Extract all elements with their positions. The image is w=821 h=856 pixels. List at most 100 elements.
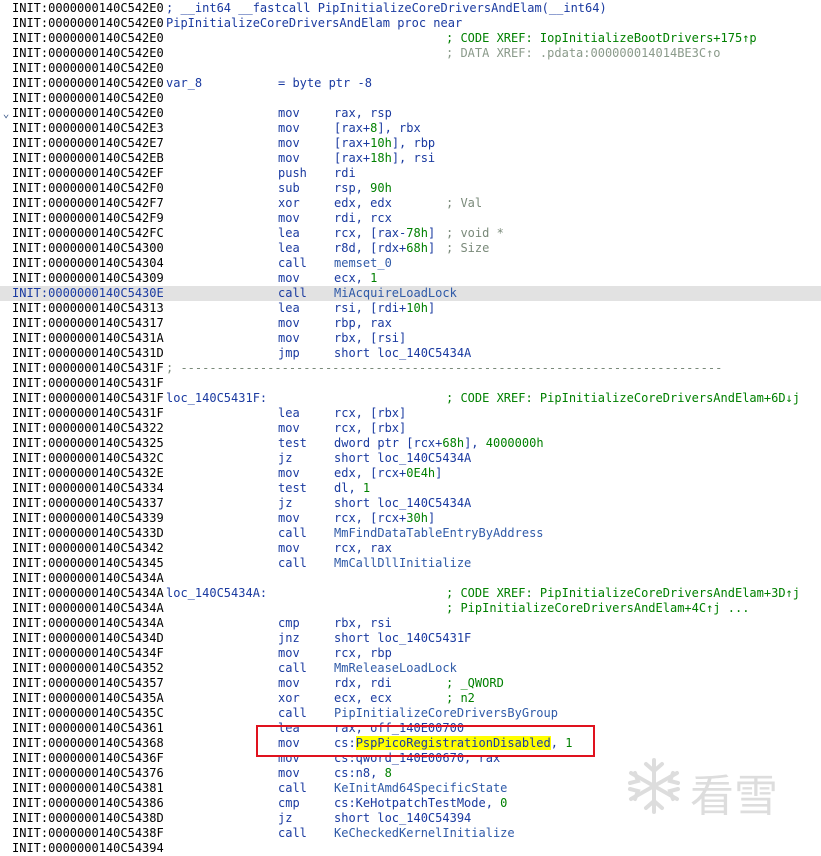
disasm-line[interactable]: INIT:0000000140C5431F: [0, 376, 821, 391]
disasm-line[interactable]: INIT:0000000140C5434A loc_140C5434A: ; COD…: [0, 586, 821, 601]
disasm-line[interactable]: INIT:0000000140C542F7 xor edx, edx ; Val: [0, 196, 821, 211]
disasm-line[interactable]: INIT:0000000140C54325 test dword ptr [rcx+…: [0, 436, 821, 451]
operands[interactable]: rsi, [rdi+10h]: [334, 301, 435, 316]
disasm-line[interactable]: INIT:0000000140C5434A cmp rbx, rsi: [0, 616, 821, 631]
disasm-line[interactable]: INIT:0000000140C5432E mov edx, [rcx+0E4h]: [0, 466, 821, 481]
disasm-line[interactable]: INIT:0000000140C54357 mov rdx, rdi ; _QWORD: [0, 676, 821, 691]
mnemonic[interactable]: mov: [278, 136, 300, 151]
operands[interactable]: short loc_140C54394: [334, 811, 471, 826]
disasm-line[interactable]: INIT:0000000140C5436F mov cs:qword_140E006…: [0, 751, 821, 766]
operands[interactable]: rsp, 90h: [334, 181, 392, 196]
disasm-line[interactable]: INIT:0000000140C542E0; __int64 __fastcal…: [0, 1, 821, 16]
disasm-line[interactable]: INIT:0000000140C54337 jz short loc_140C543…: [0, 496, 821, 511]
mnemonic[interactable]: mov: [278, 751, 300, 766]
function-ref[interactable]: MiAcquireLoadLock: [334, 286, 457, 300]
mnemonic[interactable]: call: [278, 526, 307, 541]
disasm-line[interactable]: INIT:0000000140C5434D jnz short loc_140C54…: [0, 631, 821, 646]
operands[interactable]: [rax+8], rbx: [334, 121, 421, 136]
disasm-line[interactable]: INIT:0000000140C5438F call KeCheckedKernel…: [0, 826, 821, 841]
operands[interactable]: KeInitAmd64SpecificState: [334, 781, 507, 796]
mnemonic[interactable]: push: [278, 166, 307, 181]
disasm-line[interactable]: INIT:0000000140C542E3 mov [rax+8], rbx: [0, 121, 821, 136]
mnemonic[interactable]: mov: [278, 736, 300, 751]
disasm-line[interactable]: INIT:0000000140C542E0 PipInitializeCoreDr…: [0, 16, 821, 31]
disasm-line[interactable]: INIT:0000000140C54381 call KeInitAmd64Spec…: [0, 781, 821, 796]
disasm-line[interactable]: INIT:0000000140C54334 test dl, 1: [0, 481, 821, 496]
function-ref[interactable]: PipInitializeCoreDriversByGroup: [334, 706, 558, 720]
operands[interactable]: rdx, rdi: [334, 676, 392, 691]
mnemonic[interactable]: mov: [278, 121, 300, 136]
operands[interactable]: ecx, 1: [334, 271, 377, 286]
disasm-line[interactable]: INIT:0000000140C542FC lea rcx, [rax-78h] ; …: [0, 226, 821, 241]
mnemonic[interactable]: mov: [278, 151, 300, 166]
mnemonic[interactable]: call: [278, 256, 307, 271]
operands[interactable]: MmReleaseLoadLock: [334, 661, 457, 676]
function-ref[interactable]: MmFindDataTableEntryByAddress: [334, 526, 544, 540]
operands[interactable]: rcx, [rbx]: [334, 421, 406, 436]
disasm-line[interactable]: INIT:0000000140C5431F; -----------------…: [0, 361, 821, 376]
disasm-line[interactable]: INIT:0000000140C54317 mov rbp, rax: [0, 316, 821, 331]
code-label[interactable]: ; __int64 __fastcall PipInitializeCoreDr…: [166, 1, 607, 16]
disassembly-listing[interactable]: INIT:0000000140C542E0 ; __int64 __fastcal…: [0, 1, 821, 856]
mnemonic[interactable]: cmp: [278, 616, 300, 631]
disasm-line[interactable]: INIT:0000000140C54300 lea r8d, [rdx+68h] ; …: [0, 241, 821, 256]
mnemonic[interactable]: lea: [278, 301, 300, 316]
operands[interactable]: PipInitializeCoreDriversByGroup: [334, 706, 558, 721]
mnemonic[interactable]: call: [278, 556, 307, 571]
operands[interactable]: rdi, rcx: [334, 211, 392, 226]
disasm-line[interactable]: INIT:0000000140C54342 mov rcx, rax: [0, 541, 821, 556]
mnemonic[interactable]: call: [278, 706, 307, 721]
disasm-line[interactable]: INIT:0000000140C542E0: [0, 61, 821, 76]
chevron-down-icon[interactable]: ⌄: [0, 106, 12, 121]
operands[interactable]: short loc_140C5431F: [334, 631, 471, 646]
operands[interactable]: rdi: [334, 166, 356, 181]
disasm-line[interactable]: INIT:0000000140C542F0 sub rsp, 90h: [0, 181, 821, 196]
disasm-line[interactable]: INIT:0000000140C54322 mov rcx, [rbx]: [0, 421, 821, 436]
operands[interactable]: dword ptr [rcx+68h], 4000000h: [334, 436, 544, 451]
operands[interactable]: rcx, rbp: [334, 646, 392, 661]
mnemonic[interactable]: jmp: [278, 346, 300, 361]
operands[interactable]: edx, [rcx+0E4h]: [334, 466, 442, 481]
operands[interactable]: cs:qword_140E00670, rax: [334, 751, 500, 766]
operands[interactable]: rbp, rax: [334, 316, 392, 331]
operands[interactable]: short loc_140C5434A: [334, 496, 471, 511]
operands[interactable]: MiAcquireLoadLock: [334, 286, 457, 301]
operands[interactable]: cs:n8, 8: [334, 766, 392, 781]
mnemonic[interactable]: mov: [278, 331, 300, 346]
disasm-line[interactable]: INIT:0000000140C542EB mov [rax+18h], rsi: [0, 151, 821, 166]
operands[interactable]: rcx, [rax-78h]: [334, 226, 435, 241]
mnemonic[interactable]: lea: [278, 226, 300, 241]
mnemonic[interactable]: mov: [278, 646, 300, 661]
function-ref[interactable]: MmCallDllInitialize: [334, 556, 471, 570]
operands[interactable]: r8d, [rdx+68h]: [334, 241, 435, 256]
disasm-line[interactable]: INIT:0000000140C54309 mov ecx, 1: [0, 271, 821, 286]
disasm-line[interactable]: INIT:0000000140C54394: [0, 841, 821, 856]
disasm-line[interactable]: INIT:0000000140C542E0 ; DATA XREF: .pdata…: [0, 46, 821, 61]
code-label[interactable]: PipInitializeCoreDriversAndElam proc nea…: [166, 16, 462, 31]
disasm-line[interactable]: INIT:0000000140C542E0 ; CODE XREF: IopIni…: [0, 31, 821, 46]
operands[interactable]: cs:PspPicoRegistrationDisabled, 1: [334, 736, 572, 751]
mnemonic[interactable]: cmp: [278, 796, 300, 811]
operands[interactable]: memset_0: [334, 256, 392, 271]
mnemonic[interactable]: jz: [278, 451, 292, 466]
operands[interactable]: short loc_140C5434A: [334, 346, 471, 361]
disasm-line[interactable]: INIT:0000000140C54352 call MmReleaseLoadLo…: [0, 661, 821, 676]
mnemonic[interactable]: lea: [278, 721, 300, 736]
operands[interactable]: rax, rsp: [334, 106, 392, 121]
disasm-line[interactable]: INIT:0000000140C54345 call MmCallDllInitia…: [0, 556, 821, 571]
operands[interactable]: KeCheckedKernelInitialize: [334, 826, 515, 841]
operands[interactable]: rbx, rsi: [334, 616, 392, 631]
disasm-line[interactable]: INIT:0000000140C54376 mov cs:n8, 8: [0, 766, 821, 781]
mnemonic[interactable]: xor: [278, 196, 300, 211]
mnemonic[interactable]: call: [278, 286, 307, 301]
mnemonic[interactable]: test: [278, 436, 307, 451]
function-ref[interactable]: memset_0: [334, 256, 392, 270]
mnemonic[interactable]: mov: [278, 541, 300, 556]
operands[interactable]: MmFindDataTableEntryByAddress: [334, 526, 544, 541]
operands[interactable]: [rax+18h], rsi: [334, 151, 435, 166]
mnemonic[interactable]: = byte ptr -8: [278, 76, 372, 91]
disasm-line[interactable]: INIT:0000000140C542E0: [0, 91, 821, 106]
function-ref[interactable]: KeCheckedKernelInitialize: [334, 826, 515, 840]
highlighted-symbol[interactable]: PspPicoRegistrationDisabled: [355, 736, 551, 750]
mnemonic[interactable]: jnz: [278, 631, 300, 646]
